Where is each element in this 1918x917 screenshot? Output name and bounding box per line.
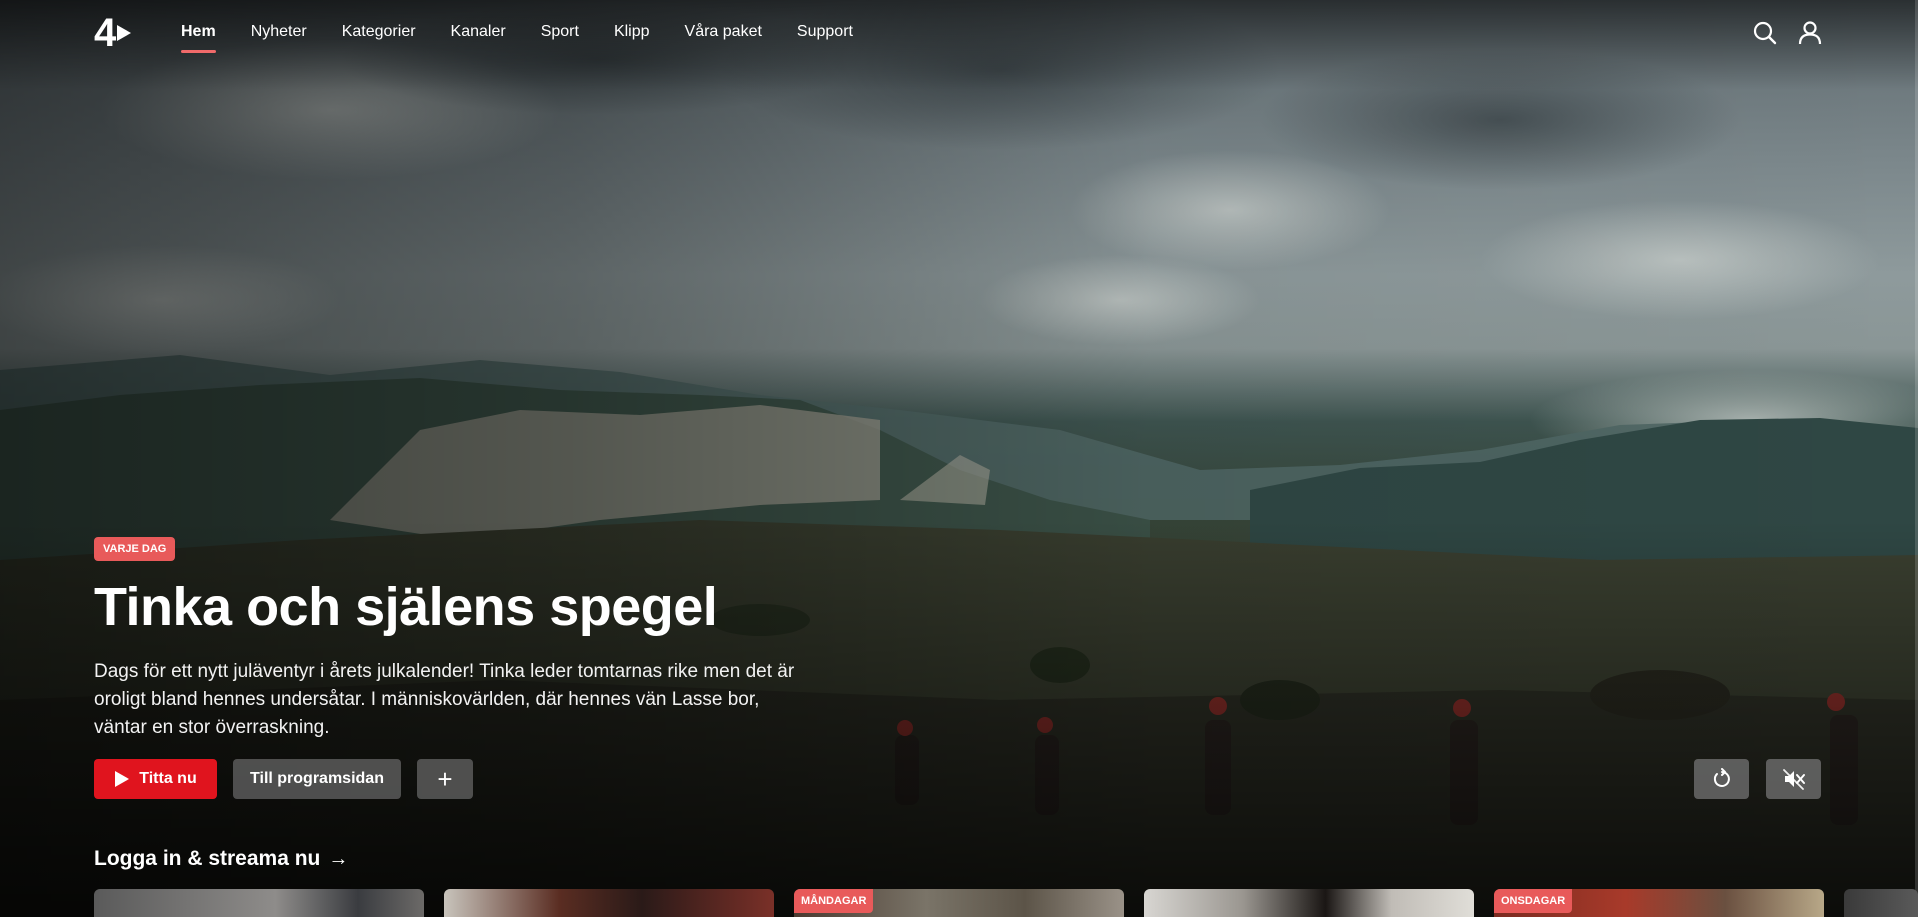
nav-item-nyheter[interactable]: Nyheter	[251, 22, 307, 42]
nav-item-sport[interactable]: Sport	[541, 22, 579, 42]
plus-icon: +	[437, 763, 453, 794]
nav-item-label: Klipp	[613, 23, 650, 40]
mute-icon	[1782, 769, 1805, 790]
main-nav: Hem Nyheter Kategorier Kanaler Sport Kli…	[181, 22, 888, 53]
watch-now-label: Titta nu	[139, 770, 197, 787]
logo-play-icon	[117, 25, 132, 41]
hero-title: Tinka och själens spegel	[94, 577, 718, 637]
nav-active-indicator	[181, 50, 216, 53]
content-card[interactable]: ONSDAGAR	[1494, 889, 1824, 917]
replay-button[interactable]	[1694, 759, 1749, 799]
nav-item-label: Support	[796, 23, 853, 40]
nav-item-label: Nyheter	[250, 23, 307, 40]
nav-item-label: Kategorier	[341, 23, 416, 40]
search-icon[interactable]	[1752, 20, 1778, 46]
watch-now-button[interactable]: Titta nu	[94, 759, 217, 799]
nav-item-label: Hem	[181, 23, 216, 40]
row-title-label: Logga in & streama nu	[94, 847, 321, 870]
nav-item-label: Sport	[540, 23, 579, 40]
content-card[interactable]	[1844, 889, 1918, 917]
card-schedule-badge: ONSDAGAR	[1494, 889, 1573, 913]
nav-item-kanaler[interactable]: Kanaler	[451, 22, 506, 42]
add-to-list-button[interactable]: +	[417, 759, 473, 799]
play-icon	[115, 771, 130, 787]
top-navigation: 4 Hem Nyheter Kategorier Kanaler Sport K…	[0, 0, 1918, 64]
user-icon[interactable]	[1797, 20, 1823, 46]
logo-number: 4	[94, 11, 116, 55]
nav-item-hem[interactable]: Hem	[181, 22, 216, 53]
nav-item-vara-paket[interactable]: Våra paket	[685, 22, 762, 42]
nav-item-label: Våra paket	[684, 23, 762, 40]
arrow-right-icon: →	[328, 848, 349, 870]
card-schedule-badge: MÅNDAGAR	[794, 889, 874, 913]
nav-item-support[interactable]: Support	[797, 22, 853, 42]
mute-button[interactable]	[1766, 759, 1821, 799]
replay-icon	[1713, 768, 1730, 787]
content-card[interactable]	[444, 889, 774, 917]
brand-logo[interactable]: 4	[94, 11, 144, 55]
content-card[interactable]	[1144, 889, 1474, 917]
nav-item-label: Kanaler	[450, 23, 506, 40]
nav-item-klipp[interactable]: Klipp	[614, 22, 650, 42]
content-card[interactable]	[94, 889, 424, 917]
schedule-badge: VARJE DAG	[94, 537, 176, 561]
hero-description: Dags för ett nytt juläventyr i årets jul…	[94, 661, 795, 738]
row-title-link[interactable]: Logga in & streama nu →	[94, 846, 348, 872]
program-page-button[interactable]: Till programsidan	[233, 759, 401, 799]
content-card[interactable]: MÅNDAGAR	[794, 889, 1124, 917]
nav-item-kategorier[interactable]: Kategorier	[342, 22, 416, 42]
program-page-label: Till programsidan	[250, 770, 384, 787]
